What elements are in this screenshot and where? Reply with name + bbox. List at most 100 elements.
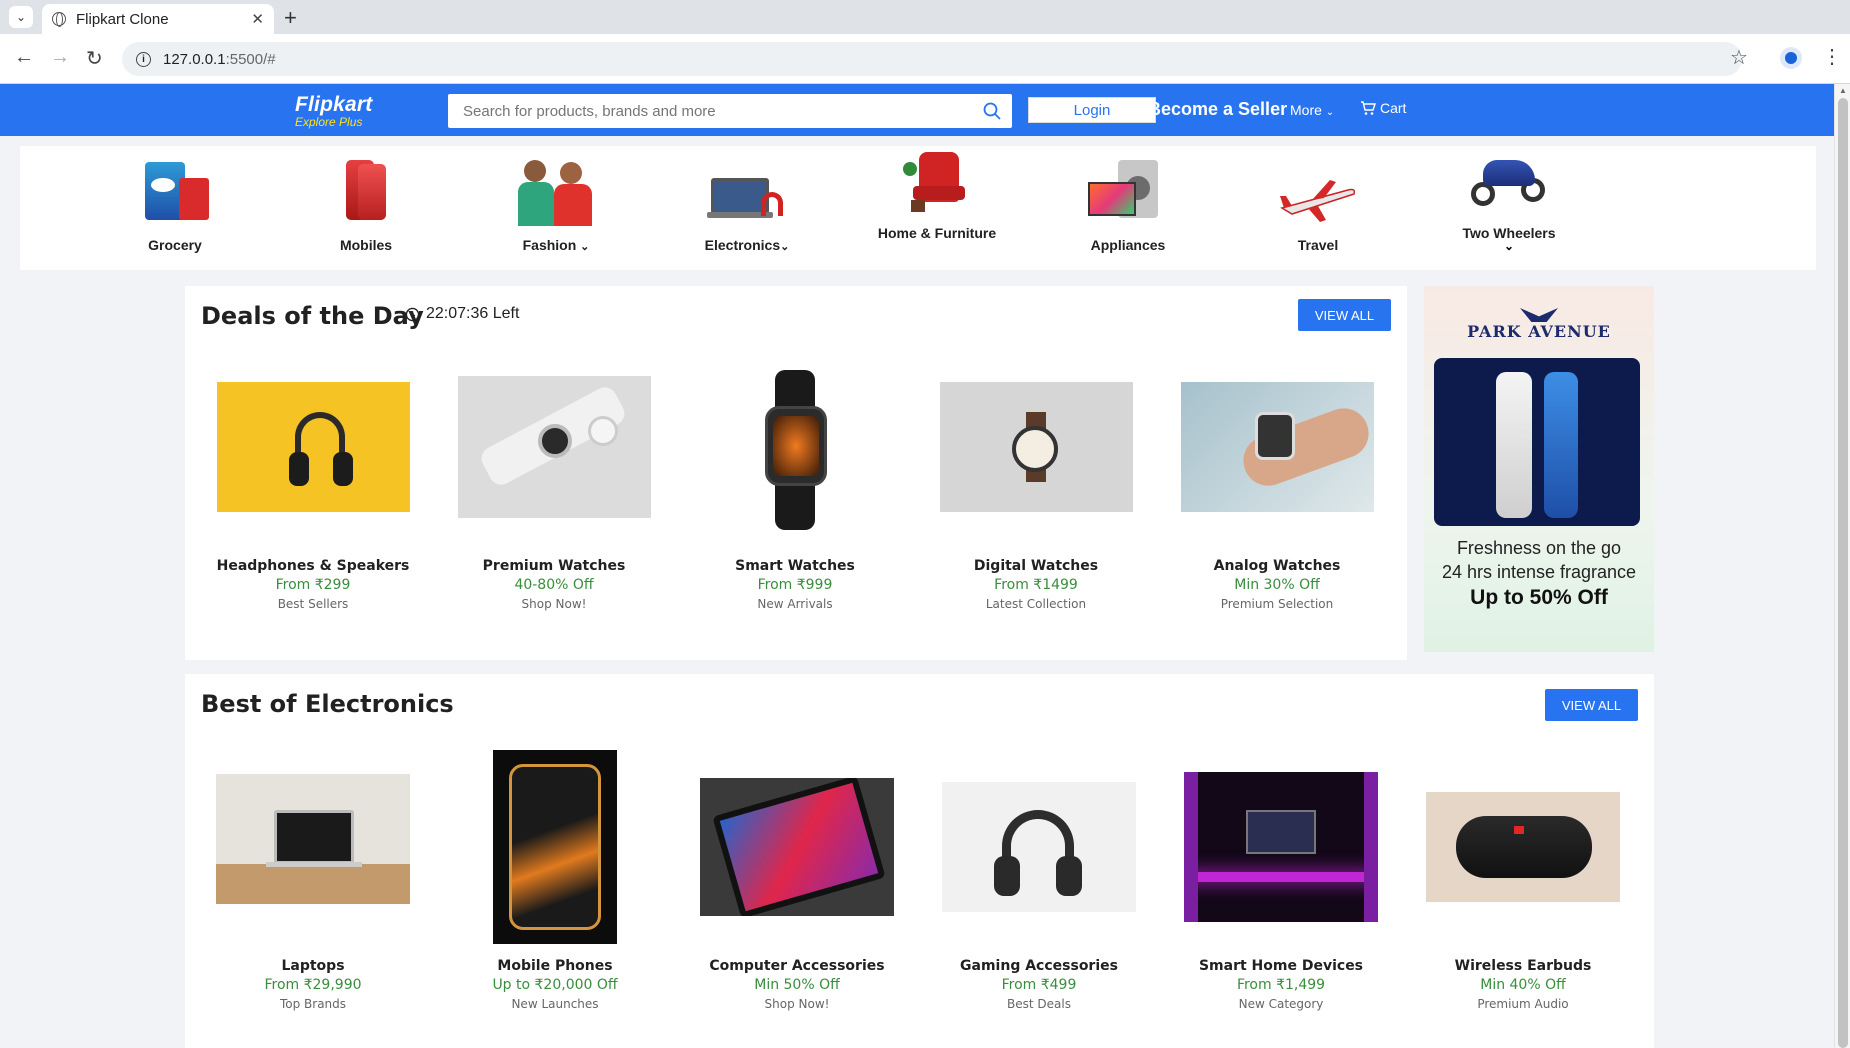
promo-line-2: 24 hrs intense fragrance [1441,562,1637,582]
vertical-scrollbar[interactable]: ▲ [1834,84,1850,1048]
reload-icon[interactable]: ↻ [86,46,103,71]
category-label: Grocery [148,237,202,253]
deals-section: Deals of the Day 22:07:36 Left VIEW ALL … [185,286,1407,660]
search-icon[interactable] [972,102,1012,120]
deal-name: Digital Watches [973,558,1099,574]
deals-title: Deals of the Day [201,302,424,330]
search-bar [448,94,1012,128]
electronics-subtext: Premium Audio [1477,997,1569,1011]
deal-image [216,382,410,512]
deal-card[interactable]: Headphones & Speakers From ₹299 Best Sel… [213,376,413,646]
promo-banner[interactable]: PARK AVENUE Freshness on the go 24 hrs i… [1424,286,1654,652]
page-viewport: Flipkart Explore Plus Login Become a Sel… [0,84,1850,1048]
category-appliances[interactable]: Appliances [1058,146,1198,253]
electronics-image [1426,792,1620,902]
electronics-section: Best of Electronics VIEW ALL Laptops Fro… [185,674,1654,1048]
eagle-logo-icon [1520,308,1558,322]
promo-product-image [1434,358,1640,526]
category-travel[interactable]: Travel [1248,146,1388,253]
deal-card[interactable]: Digital Watches From ₹1499 Latest Collec… [936,376,1136,646]
more-label: More [1290,102,1322,118]
deal-image [939,382,1133,512]
cart-link[interactable]: Cart [1360,100,1406,116]
electronics-subtext: Top Brands [279,997,347,1011]
deal-subtext: Premium Selection [1220,597,1334,611]
electronics-card[interactable]: Laptops From ₹29,990 Top Brands [213,750,413,1040]
electronics-card[interactable]: Smart Home Devices From ₹1,499 New Categ… [1181,750,1381,1040]
deal-image [1180,382,1374,512]
deals-view-all-button[interactable]: VIEW ALL [1298,299,1391,331]
become-seller-link[interactable]: Become a Seller [1148,99,1287,120]
scrollbar-thumb[interactable] [1838,98,1848,1048]
clock-icon [405,307,420,321]
deal-offer: Min 30% Off [1234,577,1320,593]
electronics-card[interactable]: Mobile Phones Up to ₹20,000 Off New Laun… [455,750,655,1040]
electronics-image [1184,772,1378,922]
new-tab-plus-icon[interactable]: + [284,5,297,31]
forward-arrow-icon[interactable]: → [50,46,70,69]
browser-menu-icon[interactable]: ⋮ [1822,44,1842,69]
logo-tagline: Explore Plus [295,115,363,129]
mobiles-icon [326,156,406,228]
deal-name: Analog Watches [1213,558,1341,574]
category-label: Travel [1297,237,1339,253]
site-info-icon[interactable]: i [136,51,151,67]
electronics-card[interactable]: Computer Accessories Min 50% Off Shop No… [697,750,897,1040]
back-arrow-icon[interactable]: ← [14,46,34,69]
category-label: Appliances [1090,237,1166,253]
chevron-down-icon: ⌄ [1503,239,1515,253]
deal-offer: From ₹1499 [994,577,1078,593]
deal-card[interactable]: Premium Watches 40-80% Off Shop Now! [454,376,654,646]
login-button[interactable]: Login [1028,97,1156,123]
promo-line-1: Freshness on the go [1456,538,1622,558]
category-label-text: Fashion [522,237,577,253]
category-electronics[interactable]: Electronics⌄ [677,146,817,255]
electronics-image [493,750,617,944]
electronics-image [700,778,894,916]
category-label: Electronics⌄ [705,238,790,255]
electronics-subtext: New Launches [511,997,599,1011]
furniture-icon [897,148,977,220]
address-bar[interactable]: i 127.0.0.1:5500/# [122,42,1742,76]
deal-image [698,370,892,530]
appliances-icon [1088,156,1168,228]
url-path: :5500/# [225,50,276,68]
deal-card[interactable]: Analog Watches Min 30% Off Premium Selec… [1177,376,1377,646]
chevron-down-icon: ⌄ [780,241,790,253]
deals-timer: 22:07:36 Left [405,305,519,323]
browser-tab[interactable]: Flipkart Clone ✕ [42,4,274,34]
tab-title: Flipkart Clone [76,10,169,28]
more-menu[interactable]: More ⌄ [1290,102,1334,118]
deal-image [457,376,651,518]
electronics-card[interactable]: Gaming Accessories From ₹499 Best Deals [939,750,1139,1040]
category-fashion[interactable]: Fashion ⌄ [486,146,626,255]
deal-card[interactable]: Smart Watches From ₹999 New Arrivals [695,370,895,646]
electronics-title: Best of Electronics [201,690,454,718]
electronics-name: Gaming Accessories [960,958,1118,974]
electronics-offer: Min 40% Off [1480,977,1566,993]
electronics-offer: From ₹29,990 [264,977,362,993]
category-label-text: Electronics [704,237,781,253]
electronics-name: Wireless Earbuds [1454,958,1592,974]
category-strip: Grocery Mobiles Fashion ⌄ Electronics⌄ H… [20,146,1816,270]
search-input[interactable] [463,102,972,120]
close-icon[interactable]: ✕ [251,10,264,28]
category-mobiles[interactable]: Mobiles [296,146,436,253]
profile-avatar-icon[interactable] [1780,47,1802,69]
deal-offer: From ₹299 [275,577,351,593]
site-logo[interactable]: Flipkart Explore Plus [295,93,372,129]
deal-offer: From ₹999 [757,577,833,593]
electronics-card[interactable]: Wireless Earbuds Min 40% Off Premium Aud… [1423,750,1623,1040]
electronics-subtext: Shop Now! [764,997,830,1011]
category-two-wheelers[interactable]: Two Wheelers ⌄ [1439,146,1579,253]
deal-subtext: Latest Collection [985,597,1087,611]
electronics-subtext: Best Deals [1007,997,1071,1011]
electronics-view-all-button[interactable]: VIEW ALL [1545,689,1638,721]
bookmark-star-icon[interactable]: ☆ [1730,45,1748,70]
tab-search-chevron-icon[interactable]: ⌄ [9,6,33,28]
category-home-furniture[interactable]: Home & Furniture [867,146,1007,241]
category-label: Fashion ⌄ [523,238,590,255]
category-grocery[interactable]: Grocery [105,146,245,253]
scroll-up-arrow-icon[interactable]: ▲ [1839,86,1847,95]
category-label: Home & Furniture [877,225,997,241]
